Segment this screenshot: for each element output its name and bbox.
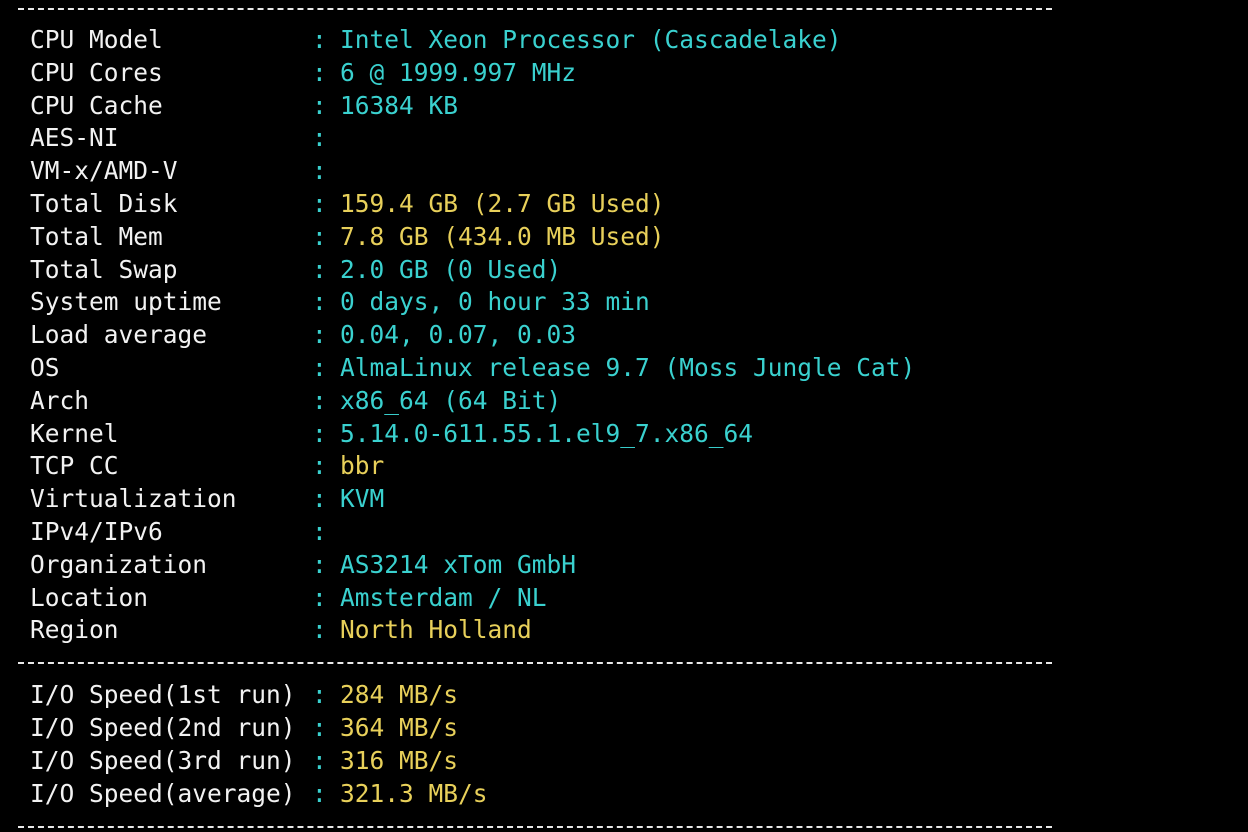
row-label: Total Swap	[30, 254, 178, 284]
row-value: 6 @ 1999.997 MHz	[340, 57, 577, 87]
row-value: 321.3 MB/s	[340, 779, 488, 808]
row-colon: :	[312, 287, 327, 317]
row-label: IPv4/IPv6	[30, 517, 163, 546]
io-speed-row: I/O Speed(2nd run):364 MB/s	[30, 711, 458, 744]
info-row: CPU Cores:6 @ 1999.997 MHz	[30, 56, 576, 89]
row-value: 364 MB/s	[340, 713, 459, 742]
row-label: VM-x/AMD-V	[30, 156, 178, 186]
info-row: Virtualization: KVM	[30, 482, 384, 515]
info-row: Kernel:5.14.0-611.55.1.el9_7.x86_64	[30, 417, 753, 450]
row-colon: :	[312, 156, 327, 186]
row-value: AS3214 xTom GmbH	[340, 549, 577, 579]
row-colon: :	[312, 549, 327, 579]
row-value: AlmaLinux release 9.7 (Moss Jungle Cat)	[340, 353, 916, 382]
row-label: System uptime	[30, 287, 222, 317]
row-label: AES-NI	[30, 123, 119, 153]
info-row: Region: North Holland	[30, 613, 532, 646]
row-colon: :	[312, 90, 327, 120]
row-value: 5.14.0-611.55.1.el9_7.x86_64	[340, 418, 754, 448]
row-colon: :	[312, 746, 327, 775]
info-row: Total Swap:2.0 GB (0 Used)	[30, 253, 561, 286]
row-label: Region	[30, 615, 119, 645]
row-colon: :	[312, 189, 327, 218]
row-value: x86_64 (64 Bit)	[340, 385, 562, 415]
info-row: OS: AlmaLinux release 9.7 (Moss Jungle Ca…	[30, 351, 915, 384]
row-label: CPU Cache	[30, 90, 163, 120]
row-value: 284 MB/s	[340, 680, 459, 709]
row-label: OS	[30, 353, 60, 382]
separator-middle	[18, 662, 1052, 664]
row-label: Virtualization	[30, 484, 237, 514]
info-row: Load average:0.04, 0.07, 0.03	[30, 318, 576, 351]
row-label: I/O Speed(2nd run)	[30, 713, 296, 742]
row-colon: :	[312, 353, 327, 382]
info-row: TCP CC: bbr	[30, 449, 384, 482]
row-value: 7.8 GB (434.0 MB Used)	[340, 221, 665, 251]
row-colon: :	[312, 123, 327, 153]
row-label: TCP CC	[30, 451, 119, 481]
row-value: bbr	[340, 451, 385, 481]
separator-bottom	[18, 826, 1052, 828]
row-colon: :	[312, 779, 327, 808]
separator-top	[18, 8, 1052, 10]
terminal-window[interactable]: CPU Model: Intel Xeon Processor (Cascadel…	[0, 0, 1248, 832]
row-label: CPU Cores	[30, 57, 163, 87]
row-value: North Holland	[340, 615, 532, 645]
row-colon: :	[312, 582, 327, 612]
row-value: 16384 KB	[340, 90, 459, 120]
row-colon: :	[312, 517, 327, 546]
info-row: System uptime:0 days, 0 hour 33 min	[30, 285, 650, 318]
row-colon: :	[312, 254, 327, 284]
info-row: CPU Cache:16384 KB	[30, 89, 458, 122]
io-speed-row: I/O Speed(1st run):284 MB/s	[30, 678, 458, 711]
info-row: Total Mem:7.8 GB (434.0 MB Used)	[30, 220, 665, 253]
row-label: I/O Speed(average)	[30, 779, 296, 808]
info-row: Location: Amsterdam / NL	[30, 581, 547, 614]
info-row: Total Disk:159.4 GB (2.7 GB Used)	[30, 187, 665, 220]
row-label: I/O Speed(1st run)	[30, 680, 296, 709]
row-colon: :	[312, 680, 327, 709]
row-label: Kernel	[30, 418, 119, 448]
info-row: AES-NI:	[30, 121, 340, 154]
info-row: VM-x/AMD-V:	[30, 154, 340, 187]
row-value: Intel Xeon Processor (Cascadelake)	[340, 25, 842, 54]
row-value: 316 MB/s	[340, 746, 459, 775]
row-value: 0 days, 0 hour 33 min	[340, 287, 650, 317]
info-row: Organization: AS3214 xTom GmbH	[30, 548, 576, 581]
info-row: Arch: x86_64 (64 Bit)	[30, 384, 561, 417]
row-colon: :	[312, 57, 327, 87]
row-value: 159.4 GB (2.7 GB Used)	[340, 189, 665, 218]
row-value: 0.04, 0.07, 0.03	[340, 320, 577, 350]
row-label: Total Mem	[30, 221, 163, 251]
row-value: 2.0 GB (0 Used)	[340, 254, 562, 284]
row-colon: :	[312, 451, 327, 481]
row-colon: :	[312, 25, 327, 54]
row-label: I/O Speed(3rd run)	[30, 746, 296, 775]
row-colon: :	[312, 418, 327, 448]
row-colon: :	[312, 615, 327, 645]
io-speed-row: I/O Speed(3rd run):316 MB/s	[30, 744, 458, 777]
io-speed-row: I/O Speed(average):321.3 MB/s	[30, 777, 488, 810]
row-colon: :	[312, 484, 327, 514]
row-colon: :	[312, 385, 327, 415]
row-label: Arch	[30, 385, 90, 415]
row-colon: :	[312, 713, 327, 742]
row-label: Load average	[30, 320, 208, 350]
row-colon: :	[312, 221, 327, 251]
row-value: Amsterdam / NL	[340, 582, 547, 612]
row-value: KVM	[340, 484, 385, 514]
info-row: IPv4/IPv6:	[30, 515, 340, 548]
row-colon: :	[312, 320, 327, 350]
row-label: Total Disk	[30, 189, 178, 218]
info-row: CPU Model: Intel Xeon Processor (Cascadel…	[30, 23, 842, 56]
row-label: CPU Model	[30, 25, 163, 54]
row-label: Location	[30, 582, 149, 612]
row-label: Organization	[30, 549, 208, 579]
